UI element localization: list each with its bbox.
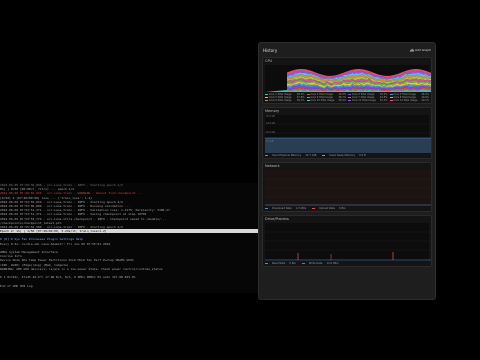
legend-item: Upload Rate 0 B/s	[312, 207, 346, 210]
memory-graph: 32.0 GB 24.0 GB 16.0 GB 8.0 GB	[265, 115, 431, 153]
legend-value: 51.3%	[379, 99, 388, 102]
legend-label: Core 11 Total Usage	[352, 99, 376, 102]
legend-swatch	[389, 99, 393, 102]
legend-label: Upload Rate	[319, 207, 336, 210]
cpu-graph-svg	[265, 69, 431, 92]
legend-value: 40.5%	[421, 99, 429, 102]
legend-value: 12.7 GiB	[305, 154, 317, 157]
network-graph	[265, 170, 431, 206]
legend-swatch	[322, 154, 326, 157]
cpu-graph	[265, 65, 431, 92]
legend-swatch	[265, 207, 268, 210]
cpu-ramp-area	[265, 90, 287, 92]
cpu-title: CPU	[265, 59, 273, 63]
legend-item: Used Swap Memory 0.0 B	[322, 154, 366, 157]
network-graph-svg	[265, 170, 431, 206]
memory-legend: Used Physical Memory 12.7 GiB Used Swap M…	[263, 153, 431, 158]
memory-ytick-3: 16.0 GB	[266, 131, 275, 134]
panel-header: History Add Graph	[259, 43, 435, 57]
drive-graph-svg	[265, 231, 431, 261]
panel-title: History	[263, 47, 278, 53]
memory-ytick-4: 8.0 GB	[266, 140, 274, 143]
legend-swatch	[265, 262, 268, 265]
legend-swatch	[306, 99, 310, 102]
drive-legend: Read Rate 0 B/s Write Rate 14.0 kB/s	[263, 261, 431, 266]
drive-section: Drive/Process Read Rate 0 B/s Write Rate 1…	[262, 215, 432, 267]
cpu-legend-item: Core 12 Total Usage 40.5%	[389, 99, 429, 102]
legend-value: 0.0 B	[359, 154, 366, 157]
legend-label: Core 12 Total Usage	[393, 99, 418, 102]
history-panel: History Add Graph CPU Core 1 Total Usage…	[258, 42, 436, 300]
legend-swatch	[301, 262, 305, 265]
legend-value: 39.9%	[338, 99, 346, 102]
legend-label: Read Rate	[272, 262, 286, 265]
legend-value: 1.3 kB/s	[295, 207, 307, 210]
memory-ytick-2: 24.0 GB	[266, 122, 275, 125]
network-legend: Download Rate 1.3 kB/s Upload Rate 0 B/s	[263, 206, 431, 211]
legend-swatch	[265, 99, 268, 102]
legend-swatch	[265, 154, 268, 157]
terminal-line: End of AMD SMI Log	[0, 283, 33, 288]
drive-title: Drive/Process	[265, 217, 289, 221]
legend-item: Used Physical Memory 12.7 GiB	[265, 154, 316, 157]
legend-label: Used Physical Memory	[272, 154, 302, 157]
legend-item: Read Rate 0 B/s	[265, 262, 296, 265]
legend-label: Write Rate	[308, 262, 323, 265]
legend-label: Core 9 Total Usage	[269, 99, 292, 102]
cpu-legend-item: Core 9 Total Usage 36.1%	[265, 99, 305, 102]
memory-section: Memory 32.0 GB 24.0 GB 16.0 GB 8.0 GB Us…	[262, 107, 432, 159]
add-graph-label: Add Graph	[415, 48, 431, 52]
legend-swatch	[312, 207, 316, 210]
terminal-window[interactable]: 2024-06-09 07:49:36,896 - src.Lane.train…	[0, 183, 262, 293]
legend-label: Used Swap Memory	[329, 154, 356, 157]
network-title: Network	[265, 164, 280, 168]
chart-icon	[410, 48, 414, 52]
legend-value: 0 B/s	[289, 262, 296, 265]
memory-ytick-1: 32.0 GB	[266, 115, 275, 118]
cpu-legend-item: Core 11 Total Usage 51.3%	[348, 99, 388, 102]
memory-title: Memory	[265, 109, 280, 113]
add-graph-button[interactable]: Add Graph	[410, 48, 431, 52]
legend-item: Download Rate 1.3 kB/s	[265, 207, 306, 210]
cpu-legend-item: Core 10 Total Usage 39.9%	[306, 99, 346, 102]
legend-value: 36.1%	[296, 99, 305, 102]
network-section: Network Download Rate 1.3 kB/s Upload Rat…	[262, 162, 432, 212]
legend-swatch	[348, 99, 351, 102]
cpu-section: CPU Core 1 Total Usage 48.1% Core 2 Total …	[262, 57, 432, 104]
legend-value: 0 B/s	[339, 207, 346, 210]
memory-graph-svg	[265, 123, 431, 153]
legend-label: Core 10 Total Usage	[310, 99, 335, 102]
legend-value: 14.0 kB/s	[326, 262, 339, 265]
cpu-legend: Core 1 Total Usage 48.1% Core 2 Total Usag…	[263, 92, 431, 103]
legend-label: Download Rate	[272, 207, 292, 210]
drive-graph	[265, 223, 431, 261]
legend-item: Write Rate 14.0 kB/s	[301, 262, 339, 265]
